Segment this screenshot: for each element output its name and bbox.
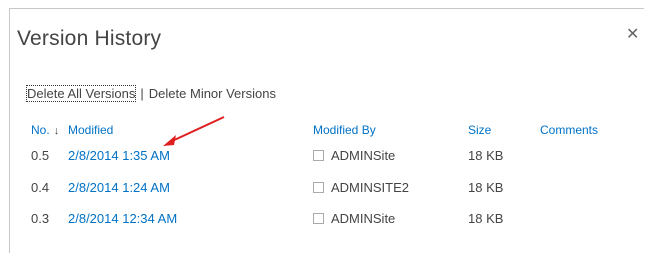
arrow-shaft	[169, 116, 225, 143]
red-arrow-annotation	[163, 116, 225, 146]
arrow-head-icon	[163, 135, 176, 146]
